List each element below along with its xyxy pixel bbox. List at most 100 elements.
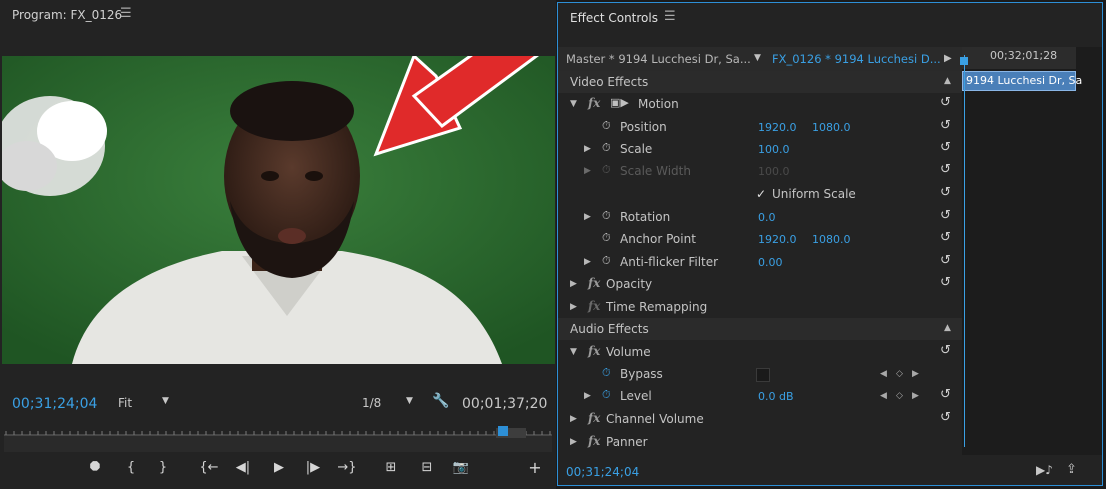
rotation-value[interactable]: 0.0 [758, 211, 776, 224]
stopwatch-icon[interactable]: ⏱ [602, 209, 611, 223]
reset-icon[interactable]: ↺ [940, 275, 951, 290]
fx-icon[interactable]: fx [588, 411, 600, 425]
reset-icon[interactable]: ↺ [940, 95, 951, 110]
export-frame-icon[interactable]: 📷 [450, 458, 472, 478]
panel-menu-icon[interactable]: ☰ [120, 6, 132, 21]
property-bypass[interactable]: ⏱ Bypass ◀ ◇ ▶ [558, 363, 962, 385]
expand-down-icon[interactable]: ▼ [570, 99, 577, 109]
effect-volume[interactable]: ▼ fx Volume ↺ [558, 341, 962, 363]
fx-icon[interactable]: fx [588, 434, 600, 448]
expand-right-icon[interactable]: ▶ [584, 257, 591, 267]
effect-controls-timecode[interactable]: 00;31;24;04 [566, 465, 639, 479]
dropdown-arrow-icon[interactable]: ▼ [754, 53, 761, 63]
mark-out-icon[interactable]: } [152, 458, 174, 478]
stopwatch-icon[interactable]: ⏱ [602, 231, 611, 245]
scrub-bar[interactable] [4, 426, 552, 452]
timeline-ruler[interactable]: 00;32;01;28 [962, 47, 1076, 69]
reset-icon[interactable]: ↺ [940, 162, 951, 177]
level-value[interactable]: 0.0 dB [758, 390, 794, 403]
property-rotation[interactable]: ▶ ⏱ Rotation 0.0 ↺ [558, 206, 962, 228]
go-to-out-icon[interactable]: →} [336, 458, 358, 478]
property-uniform-scale[interactable]: ✓ Uniform Scale ↺ [558, 183, 962, 205]
scale-value[interactable]: 100.0 [758, 143, 790, 156]
stopwatch-active-icon[interactable]: ⏱ [602, 388, 611, 402]
expand-right-icon[interactable]: ▶ [570, 437, 577, 447]
playhead-handle[interactable] [498, 426, 508, 436]
timeline-clip-bar[interactable]: 9194 Lucchesi Dr, Sa [962, 71, 1082, 91]
prev-keyframe-icon[interactable]: ◀ [880, 391, 887, 401]
property-level[interactable]: ▶ ⏱ Level 0.0 dB ◀ ◇ ▶ ↺ [558, 385, 962, 407]
next-keyframe-icon[interactable]: ▶ [912, 391, 919, 401]
reset-icon[interactable]: ↺ [940, 208, 951, 223]
expand-down-icon[interactable]: ▼ [570, 347, 577, 357]
playhead-timecode[interactable]: 00;31;24;04 [12, 396, 97, 412]
stopwatch-icon[interactable]: ⏱ [602, 119, 611, 133]
expand-right-icon[interactable]: ▶ [570, 279, 577, 289]
program-monitor-title[interactable]: Program: FX_0126 [12, 8, 122, 22]
property-position[interactable]: ⏱ Position 1920.0 1080.0 ↺ [558, 116, 962, 138]
effect-opacity[interactable]: ▶ fx Opacity ↺ [558, 273, 962, 295]
stopwatch-active-icon[interactable]: ⏱ [602, 366, 611, 380]
timeline-playhead-line[interactable] [964, 55, 965, 447]
show-timeline-icon[interactable]: ▶ [944, 53, 952, 64]
add-keyframe-icon[interactable]: ◇ [896, 391, 903, 401]
effect-channel-volume[interactable]: ▶ fx Channel Volume ↺ [558, 408, 962, 430]
effect-controls-timeline[interactable]: 00;32;01;28 9194 Lucchesi Dr, Sa [960, 47, 1102, 455]
next-keyframe-icon[interactable]: ▶ [912, 369, 919, 379]
property-scale[interactable]: ▶ ⏱ Scale 100.0 ↺ [558, 138, 962, 160]
extract-icon[interactable]: ⊟ [416, 458, 438, 478]
marker-icon[interactable]: ⯃ [84, 458, 106, 478]
uniform-scale-checkbox[interactable]: ✓ [756, 187, 766, 201]
reset-icon[interactable]: ↺ [940, 118, 951, 133]
effect-time-remapping[interactable]: ▶ fx Time Remapping [558, 296, 962, 318]
prev-keyframe-icon[interactable]: ◀ [880, 369, 887, 379]
reset-icon[interactable]: ↺ [940, 185, 951, 200]
anti-flicker-value[interactable]: 0.00 [758, 256, 783, 269]
step-forward-icon[interactable]: |▶ [302, 458, 324, 478]
fx-icon[interactable]: fx [588, 344, 600, 358]
position-x-value[interactable]: 1920.0 [758, 121, 797, 134]
play-audio-icon[interactable]: ▶♪ [1036, 463, 1053, 477]
panel-menu-icon[interactable]: ☰ [664, 9, 676, 24]
stopwatch-icon[interactable]: ⏱ [602, 141, 611, 155]
anchor-y-value[interactable]: 1080.0 [812, 233, 851, 246]
reset-icon[interactable]: ↺ [940, 253, 951, 268]
bypass-checkbox[interactable] [756, 368, 770, 382]
settings-wrench-icon[interactable]: 🔧 [432, 393, 449, 409]
export-icon[interactable]: ⇪ [1066, 462, 1077, 477]
stopwatch-icon[interactable]: ⏱ [602, 254, 611, 268]
collapse-up-icon[interactable]: ▲ [944, 323, 951, 333]
mark-in-icon[interactable]: { [120, 458, 142, 478]
motion-transform-icon[interactable]: ▣▶ [610, 96, 629, 109]
fx-icon[interactable]: fx [588, 276, 600, 290]
section-audio-effects[interactable]: Audio Effects ▲ [558, 318, 962, 340]
timeline-playhead-handle[interactable] [960, 57, 968, 65]
zoom-level-dropdown[interactable]: Fit ▼ [118, 396, 178, 412]
reset-icon[interactable]: ↺ [940, 343, 951, 358]
sequence-clip-label[interactable]: FX_0126 * 9194 Lucchesi D... [772, 52, 941, 66]
add-keyframe-icon[interactable]: ◇ [896, 369, 903, 379]
effect-controls-title[interactable]: Effect Controls [570, 11, 658, 25]
playback-resolution-dropdown[interactable]: 1/8 ▼ [362, 396, 420, 412]
expand-right-icon[interactable]: ▶ [570, 302, 577, 312]
reset-icon[interactable]: ↺ [940, 410, 951, 425]
expand-right-icon[interactable]: ▶ [584, 391, 591, 401]
master-clip-dropdown[interactable]: Master * 9194 Lucchesi Dr, Sa... [566, 52, 751, 66]
anchor-x-value[interactable]: 1920.0 [758, 233, 797, 246]
property-anti-flicker[interactable]: ▶ ⏱ Anti-flicker Filter 0.00 ↺ [558, 251, 962, 273]
effect-panner[interactable]: ▶ fx Panner [558, 431, 962, 453]
step-back-icon[interactable]: ◀| [232, 458, 254, 478]
property-anchor-point[interactable]: ⏱ Anchor Point 1920.0 1080.0 ↺ [558, 228, 962, 250]
effect-motion[interactable]: ▼ fx ▣▶ Motion ↺ [558, 93, 962, 115]
lift-icon[interactable]: ⊞ [380, 458, 402, 478]
add-button-icon[interactable]: + [524, 458, 546, 478]
reset-icon[interactable]: ↺ [940, 387, 951, 402]
expand-right-icon[interactable]: ▶ [584, 212, 591, 222]
time-ruler[interactable] [4, 426, 552, 436]
fx-icon[interactable]: fx [588, 96, 600, 110]
go-to-in-icon[interactable]: {← [198, 458, 220, 478]
expand-right-icon[interactable]: ▶ [584, 144, 591, 154]
position-y-value[interactable]: 1080.0 [812, 121, 851, 134]
expand-right-icon[interactable]: ▶ [570, 414, 577, 424]
collapse-up-icon[interactable]: ▲ [944, 76, 951, 86]
